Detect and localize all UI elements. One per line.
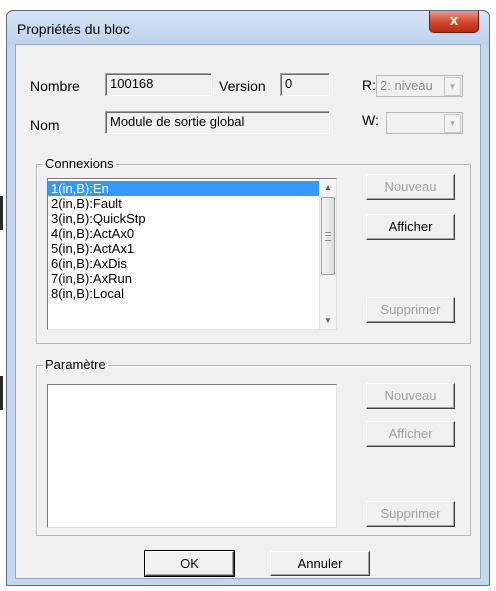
scroll-down-arrow-icon[interactable]: ▼ xyxy=(320,312,336,329)
r-combo-value: 2: niveau xyxy=(380,78,433,93)
close-button[interactable]: x xyxy=(429,11,479,33)
connexions-group-label: Connexions xyxy=(43,156,116,171)
parametre-group: Paramètre Nouveau Afficher Supprimer xyxy=(36,357,471,536)
nom-label: Nom xyxy=(30,117,60,133)
close-icon: x xyxy=(449,12,459,29)
connexions-list-items: 1(in,B):En 2(in,B):Fault 3(in,B):QuickSt… xyxy=(48,179,336,301)
dialog-window: Propriétés du bloc x Nombre 100168 Versi… xyxy=(6,10,490,586)
list-item[interactable]: 5(in,B):ActAx1 xyxy=(48,241,336,256)
w-combo[interactable]: ▼ xyxy=(386,112,463,134)
w-label: W: xyxy=(362,112,379,128)
connexions-group: Connexions 1(in,B):En 2(in,B):Fault 3(in… xyxy=(36,156,471,344)
parametre-group-label: Paramètre xyxy=(43,357,108,372)
list-item[interactable]: 4(in,B):ActAx0 xyxy=(48,226,336,241)
parametre-list[interactable] xyxy=(47,384,337,528)
grip-icon xyxy=(325,232,331,241)
annuler-button[interactable]: Annuler xyxy=(270,551,370,576)
list-item[interactable]: 8(in,B):Local xyxy=(48,286,336,301)
version-label: Version xyxy=(219,78,266,94)
dialog-client-area: Nombre 100168 Version 0 R: 2: niveau ▼ N… xyxy=(15,44,481,579)
connexions-list[interactable]: 1(in,B):En 2(in,B):Fault 3(in,B):QuickSt… xyxy=(47,178,337,330)
background-edge xyxy=(0,196,3,230)
dropdown-arrow-icon[interactable]: ▼ xyxy=(444,77,461,96)
parametre-nouveau-button[interactable]: Nouveau xyxy=(366,383,455,409)
scroll-up-arrow-icon[interactable]: ▲ xyxy=(320,179,336,196)
r-combo[interactable]: 2: niveau ▼ xyxy=(376,75,463,97)
connexions-afficher-button[interactable]: Afficher xyxy=(366,214,455,240)
list-item[interactable]: 1(in,B):En xyxy=(48,181,336,196)
parametre-afficher-button[interactable]: Afficher xyxy=(366,421,455,447)
scrollbar-thumb[interactable] xyxy=(321,197,335,275)
window-title: Propriétés du bloc xyxy=(17,21,130,37)
nombre-field[interactable]: 100168 xyxy=(105,73,212,96)
connexions-scrollbar[interactable]: ▲ ▼ xyxy=(319,179,336,329)
nom-field[interactable]: Module de sortie global xyxy=(105,111,330,134)
connexions-supprimer-button[interactable]: Supprimer xyxy=(366,297,455,323)
list-item[interactable]: 3(in,B):QuickStp xyxy=(48,211,336,226)
list-item[interactable]: 2(in,B):Fault xyxy=(48,196,336,211)
parametre-supprimer-button[interactable]: Supprimer xyxy=(366,501,455,527)
version-field[interactable]: 0 xyxy=(280,73,330,96)
list-item[interactable]: 6(in,B):AxDis xyxy=(48,256,336,271)
background-edge xyxy=(0,376,3,410)
connexions-nouveau-button[interactable]: Nouveau xyxy=(366,174,455,200)
nombre-label: Nombre xyxy=(30,78,80,94)
ok-button[interactable]: OK xyxy=(144,550,235,577)
r-label: R: xyxy=(362,77,376,93)
list-item[interactable]: 7(in,B):AxRun xyxy=(48,271,336,286)
title-bar[interactable]: Propriétés du bloc x xyxy=(7,11,489,44)
dropdown-arrow-icon[interactable]: ▼ xyxy=(444,114,461,133)
